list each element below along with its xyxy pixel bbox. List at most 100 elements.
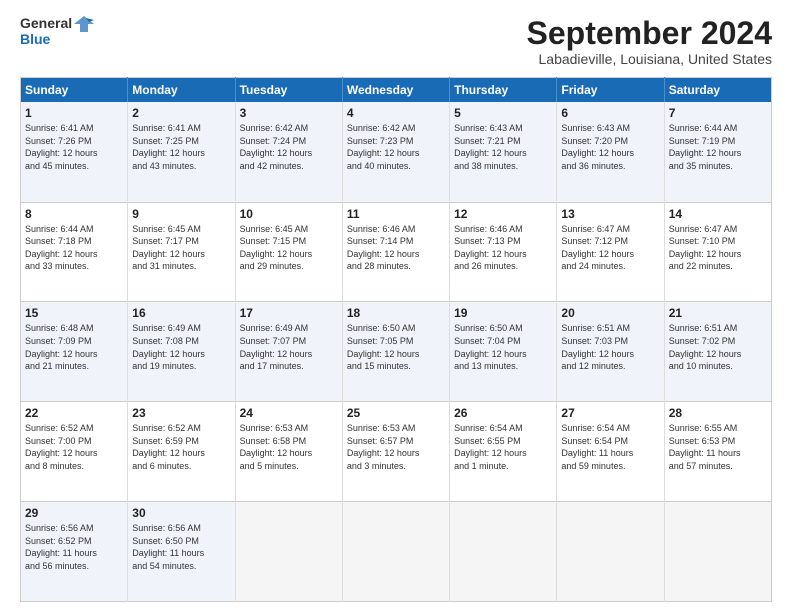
table-row (235, 502, 342, 602)
table-row (557, 502, 664, 602)
table-row (450, 502, 557, 602)
table-row: 24Sunrise: 6:53 AMSunset: 6:58 PMDayligh… (235, 402, 342, 502)
logo-container: General Blue (20, 16, 94, 47)
day-number: 6 (561, 106, 659, 120)
day-number: 7 (669, 106, 767, 120)
day-number: 16 (132, 306, 230, 320)
col-tuesday: Tuesday (235, 78, 342, 103)
table-row: 27 Sunrise: 6:54 AMSunset: 6:54 PMDayligh… (557, 402, 664, 502)
logo-bird-icon (74, 16, 94, 32)
col-sunday: Sunday (21, 78, 128, 103)
day-number: 11 (347, 207, 445, 221)
day-info: Sunrise: 6:49 AMSunset: 7:07 PMDaylight:… (240, 322, 338, 372)
table-row: 11 Sunrise: 6:46 AMSunset: 7:14 PMDayligh… (342, 202, 449, 302)
table-row: 29 Sunrise: 6:56 AMSunset: 6:52 PMDayligh… (21, 502, 128, 602)
table-row: 9Sunrise: 6:45 AMSunset: 7:17 PMDaylight… (128, 202, 235, 302)
table-row: 21Sunrise: 6:51 AMSunset: 7:02 PMDayligh… (664, 302, 771, 402)
day-info: Sunrise: 6:47 AMSunset: 7:12 PMDaylight:… (561, 223, 659, 273)
table-row: 30 Sunrise: 6:56 AMSunset: 6:50 PMDayligh… (128, 502, 235, 602)
day-info: Sunrise: 6:50 AMSunset: 7:04 PMDaylight:… (454, 322, 552, 372)
table-row: 18 Sunrise: 6:50 AMSunset: 7:05 PMDayligh… (342, 302, 449, 402)
day-info: Sunrise: 6:53 AMSunset: 6:58 PMDaylight:… (240, 422, 338, 472)
title-block: September 2024 Labadieville, Louisiana, … (527, 16, 772, 67)
calendar-row: 1 Sunrise: 6:41 AMSunset: 7:26 PMDaylight… (21, 102, 772, 202)
day-info: Sunrise: 6:54 AMSunset: 6:54 PMDaylight:… (561, 422, 659, 472)
day-info: Sunrise: 6:46 AMSunset: 7:13 PMDaylight:… (454, 223, 552, 273)
day-number: 4 (347, 106, 445, 120)
day-number: 19 (454, 306, 552, 320)
table-row: 15 Sunrise: 6:48 AMSunset: 7:09 PMDayligh… (21, 302, 128, 402)
table-row: 22 Sunrise: 6:52 AMSunset: 7:00 PMDayligh… (21, 402, 128, 502)
col-thursday: Thursday (450, 78, 557, 103)
day-info: Sunrise: 6:49 AMSunset: 7:08 PMDaylight:… (132, 322, 230, 372)
table-row: 6Sunrise: 6:43 AMSunset: 7:20 PMDaylight… (557, 102, 664, 202)
table-row: 26 Sunrise: 6:54 AMSunset: 6:55 PMDayligh… (450, 402, 557, 502)
day-number: 22 (25, 406, 123, 420)
day-number: 20 (561, 306, 659, 320)
table-row: 8Sunrise: 6:44 AMSunset: 7:18 PMDaylight… (21, 202, 128, 302)
day-info: Sunrise: 6:47 AMSunset: 7:10 PMDaylight:… (669, 223, 767, 273)
header: General Blue September 2024 Labadieville… (20, 16, 772, 67)
day-number: 5 (454, 106, 552, 120)
day-info: Sunrise: 6:55 AMSunset: 6:53 PMDaylight:… (669, 422, 767, 472)
day-number: 13 (561, 207, 659, 221)
page: General Blue September 2024 Labadieville… (0, 0, 792, 612)
table-row: 20 Sunrise: 6:51 AMSunset: 7:03 PMDayligh… (557, 302, 664, 402)
day-info: Sunrise: 6:53 AMSunset: 6:57 PMDaylight:… (347, 422, 445, 472)
day-number: 23 (132, 406, 230, 420)
day-info: Sunrise: 6:48 AMSunset: 7:09 PMDaylight:… (25, 322, 123, 372)
table-row: 10Sunrise: 6:45 AMSunset: 7:15 PMDayligh… (235, 202, 342, 302)
day-number: 30 (132, 506, 230, 520)
calendar-row: 22 Sunrise: 6:52 AMSunset: 7:00 PMDayligh… (21, 402, 772, 502)
table-row: 12 Sunrise: 6:46 AMSunset: 7:13 PMDayligh… (450, 202, 557, 302)
calendar-row: 15 Sunrise: 6:48 AMSunset: 7:09 PMDayligh… (21, 302, 772, 402)
calendar-row: 8Sunrise: 6:44 AMSunset: 7:18 PMDaylight… (21, 202, 772, 302)
table-row: 14Sunrise: 6:47 AMSunset: 7:10 PMDayligh… (664, 202, 771, 302)
day-info: Sunrise: 6:50 AMSunset: 7:05 PMDaylight:… (347, 322, 445, 372)
day-info: Sunrise: 6:56 AMSunset: 6:52 PMDaylight:… (25, 522, 123, 572)
table-row: 23 Sunrise: 6:52 AMSunset: 6:59 PMDayligh… (128, 402, 235, 502)
day-number: 26 (454, 406, 552, 420)
subtitle: Labadieville, Louisiana, United States (527, 51, 772, 67)
table-row: 7 Sunrise: 6:44 AMSunset: 7:19 PMDaylight… (664, 102, 771, 202)
day-info: Sunrise: 6:51 AMSunset: 7:03 PMDaylight:… (561, 322, 659, 372)
logo-text-general: General (20, 16, 72, 31)
day-number: 9 (132, 207, 230, 221)
table-row: 4 Sunrise: 6:42 AMSunset: 7:23 PMDaylight… (342, 102, 449, 202)
day-number: 10 (240, 207, 338, 221)
day-info: Sunrise: 6:52 AMSunset: 7:00 PMDaylight:… (25, 422, 123, 472)
table-row: 13 Sunrise: 6:47 AMSunset: 7:12 PMDayligh… (557, 202, 664, 302)
day-info: Sunrise: 6:56 AMSunset: 6:50 PMDaylight:… (132, 522, 230, 572)
calendar-table: Sunday Monday Tuesday Wednesday Thursday… (20, 77, 772, 602)
day-number: 28 (669, 406, 767, 420)
table-row: 28 Sunrise: 6:55 AMSunset: 6:53 PMDayligh… (664, 402, 771, 502)
day-info: Sunrise: 6:54 AMSunset: 6:55 PMDaylight:… (454, 422, 552, 472)
logo: General Blue (20, 16, 94, 47)
main-title: September 2024 (527, 16, 772, 51)
day-info: Sunrise: 6:52 AMSunset: 6:59 PMDaylight:… (132, 422, 230, 472)
day-number: 15 (25, 306, 123, 320)
table-row: 25 Sunrise: 6:53 AMSunset: 6:57 PMDayligh… (342, 402, 449, 502)
logo-text-blue: Blue (20, 32, 94, 47)
day-info: Sunrise: 6:43 AMSunset: 7:21 PMDaylight:… (454, 122, 552, 172)
day-number: 12 (454, 207, 552, 221)
calendar-header-row: Sunday Monday Tuesday Wednesday Thursday… (21, 78, 772, 103)
day-number: 18 (347, 306, 445, 320)
day-number: 27 (561, 406, 659, 420)
day-info: Sunrise: 6:42 AMSunset: 7:23 PMDaylight:… (347, 122, 445, 172)
table-row: 19 Sunrise: 6:50 AMSunset: 7:04 PMDayligh… (450, 302, 557, 402)
col-wednesday: Wednesday (342, 78, 449, 103)
day-number: 25 (347, 406, 445, 420)
calendar-row: 29 Sunrise: 6:56 AMSunset: 6:52 PMDayligh… (21, 502, 772, 602)
day-info: Sunrise: 6:46 AMSunset: 7:14 PMDaylight:… (347, 223, 445, 273)
day-number: 29 (25, 506, 123, 520)
col-monday: Monday (128, 78, 235, 103)
day-number: 1 (25, 106, 123, 120)
day-info: Sunrise: 6:44 AMSunset: 7:19 PMDaylight:… (669, 122, 767, 172)
table-row: 5 Sunrise: 6:43 AMSunset: 7:21 PMDaylight… (450, 102, 557, 202)
table-row: 17Sunrise: 6:49 AMSunset: 7:07 PMDayligh… (235, 302, 342, 402)
table-row: 3Sunrise: 6:42 AMSunset: 7:24 PMDaylight… (235, 102, 342, 202)
day-info: Sunrise: 6:44 AMSunset: 7:18 PMDaylight:… (25, 223, 123, 273)
day-info: Sunrise: 6:51 AMSunset: 7:02 PMDaylight:… (669, 322, 767, 372)
day-info: Sunrise: 6:41 AMSunset: 7:26 PMDaylight:… (25, 122, 123, 172)
